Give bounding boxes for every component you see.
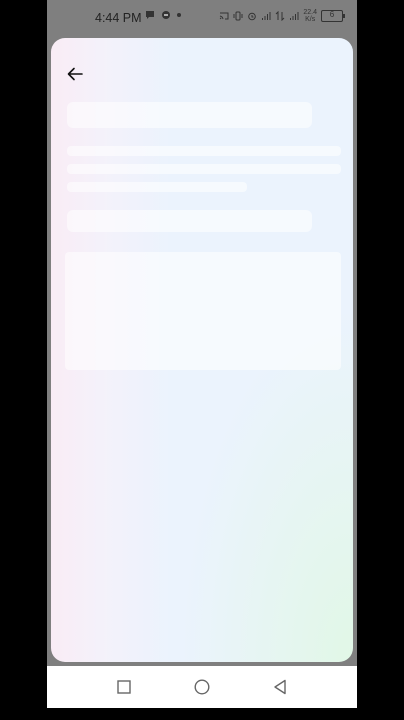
battery-icon: 6 — [321, 10, 345, 22]
notification-icons — [145, 10, 181, 20]
signal-icon — [262, 12, 271, 20]
back-button[interactable] — [65, 64, 85, 84]
circle-icon — [194, 679, 210, 695]
skeleton-card — [65, 252, 341, 370]
chat-icon — [146, 11, 154, 19]
skeleton-line-1 — [67, 146, 341, 156]
message-icon — [162, 11, 170, 19]
arrow-left-icon — [67, 67, 83, 81]
triangle-left-icon — [274, 679, 286, 695]
skeleton-line-3 — [67, 182, 247, 192]
phone-screen: 4:44 PM 22.4 K/s 6 — [47, 0, 357, 708]
skeleton-line-2 — [67, 164, 341, 174]
status-bar: 4:44 PM 22.4 K/s 6 — [47, 0, 357, 34]
status-time: 4:44 PM — [95, 11, 142, 25]
network-speed: 22.4 K/s — [303, 9, 317, 23]
system-navigation-bar — [47, 666, 357, 708]
system-icons: 22.4 K/s 6 — [219, 9, 345, 23]
alarm-icon — [248, 12, 257, 21]
home-button[interactable] — [193, 678, 211, 696]
network-speed-value: 22.4 — [303, 9, 317, 16]
recents-button[interactable] — [115, 678, 133, 696]
signal-icon-2 — [290, 12, 299, 20]
vibrate-icon — [233, 11, 243, 21]
skeleton-subtitle — [67, 210, 312, 232]
back-nav-button[interactable] — [271, 678, 289, 696]
more-notifications-dot — [177, 13, 181, 17]
skeleton-title — [67, 102, 312, 128]
data-arrows-icon — [276, 11, 285, 21]
battery-level: 6 — [329, 10, 335, 19]
bottom-sheet-panel — [51, 38, 353, 662]
cast-icon — [220, 12, 229, 20]
square-icon — [117, 680, 131, 694]
network-speed-unit: K/s — [305, 16, 316, 23]
